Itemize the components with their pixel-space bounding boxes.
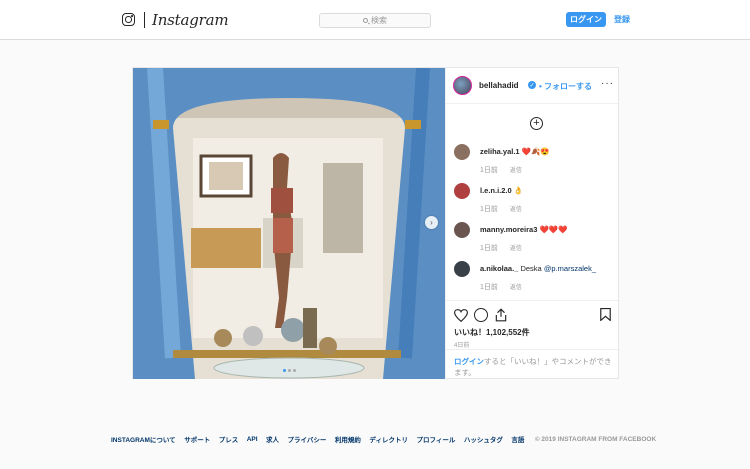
footer-link[interactable]: ハッシュタグ (464, 434, 503, 444)
comment-body: zeliha.yal.1 ❤️🍂😍 (480, 147, 550, 156)
bookmark-icon[interactable] (600, 308, 611, 321)
footer-link[interactable]: 利用規約 (335, 434, 361, 444)
share-icon[interactable] (494, 308, 508, 322)
post-header: bellahadid ✓ • フォローする ··· (446, 68, 620, 104)
comment-item: l.e.n.i.2.0 👌 1日前 返信 (454, 183, 620, 219)
top-navigation: Instagram 検索 ログイン 登録 (0, 0, 750, 40)
comment-avatar[interactable] (454, 222, 470, 238)
load-more-comments-button[interactable]: + (530, 117, 543, 130)
comment-avatar[interactable] (454, 183, 470, 199)
comment-avatar[interactable] (454, 261, 470, 277)
login-button[interactable]: ログイン (566, 12, 606, 27)
comment-text: Deska (520, 264, 542, 273)
comment-icon[interactable] (474, 308, 488, 322)
comment-text: ❤️❤️❤️ (539, 225, 568, 234)
comment-body: l.e.n.i.2.0 👌 (480, 186, 523, 195)
reply-button[interactable]: 返信 (510, 246, 522, 252)
heart-icon[interactable] (454, 309, 468, 322)
comment-text: 👌 (513, 186, 524, 195)
footer-link[interactable]: ディレクトリ (369, 434, 408, 444)
search-placeholder: 検索 (371, 16, 387, 25)
carousel-dot (283, 369, 286, 372)
next-slide-button[interactable]: › (425, 216, 438, 229)
comment-avatar[interactable] (454, 144, 470, 160)
post-username[interactable]: bellahadid (479, 81, 519, 90)
comment-mention-link[interactable]: @p.marszalek_ (544, 264, 596, 273)
reply-button[interactable]: 返信 (510, 285, 522, 291)
search-input[interactable]: 検索 (319, 13, 431, 28)
instagram-wordmark[interactable]: Instagram (152, 11, 229, 29)
comment-username[interactable]: l.e.n.i.2.0 (480, 186, 512, 195)
footer-link[interactable]: 言語 (511, 434, 524, 444)
comment-item: zeliha.yal.1 ❤️🍂😍 1日前 返信 (454, 144, 620, 180)
comment-meta: 1日前 返信 (480, 243, 522, 253)
signup-link[interactable]: 登録 (614, 14, 630, 25)
comment-item: manny.moreira3 ❤️❤️❤️ 1日前 返信 (454, 222, 620, 258)
comment-time[interactable]: 1日前 (480, 245, 498, 252)
comment-meta: 1日前 返信 (480, 282, 522, 292)
post-date[interactable]: 4日前 (454, 340, 469, 349)
carousel-dot (293, 369, 296, 372)
footer-link[interactable]: サポート (184, 434, 210, 444)
post-actions: いいね！1,102,552件 4日前 ログインすると「いいね！」やコメントができ… (446, 300, 620, 379)
carousel-indicator (283, 369, 296, 372)
comment-meta: 1日前 返信 (480, 204, 522, 214)
comment-meta: 1日前 返信 (480, 165, 522, 175)
reply-button[interactable]: 返信 (510, 207, 522, 213)
post-sidebar: bellahadid ✓ • フォローする ··· + zeliha.yal.1… (445, 68, 620, 379)
footer-link[interactable]: プレス (219, 434, 239, 444)
avatar[interactable] (453, 76, 472, 95)
comment-time[interactable]: 1日前 (480, 167, 498, 174)
copyright-text: © 2019 INSTAGRAM FROM FACEBOOK (534, 435, 657, 443)
comment-time[interactable]: 1日前 (480, 206, 498, 213)
footer: INSTAGRAMについて サポート プレス API 求人 プライバシー 利用規約 ディレクト… (111, 434, 656, 445)
comment-body: manny.moreira3 ❤️❤️❤️ (480, 225, 568, 234)
comment-username[interactable]: a.nikolaa._ (480, 264, 518, 273)
footer-link[interactable]: 求人 (266, 434, 279, 444)
comment-username[interactable]: zeliha.yal.1 (480, 147, 520, 156)
footer-link[interactable]: プライバシー (288, 434, 327, 444)
post-photo[interactable] (133, 68, 445, 379)
reply-button[interactable]: 返信 (510, 168, 522, 174)
comment-body: a.nikolaa._ Deska @p.marszalek_ (480, 264, 596, 273)
login-link[interactable]: ログイン (454, 357, 484, 366)
comment-time[interactable]: 1日前 (480, 284, 498, 291)
comment-username[interactable]: manny.moreira3 (480, 225, 537, 234)
footer-link[interactable]: INSTAGRAMについて (111, 434, 176, 444)
follow-button[interactable]: • フォローする (539, 81, 592, 92)
instagram-glyph-icon[interactable] (122, 13, 135, 26)
footer-link[interactable]: API (247, 436, 258, 443)
login-prompt: ログインすると「いいね！」やコメントができます。 (446, 349, 620, 378)
carousel-dot (288, 369, 291, 372)
footer-link[interactable]: プロフィール (416, 434, 455, 444)
comment-text: ❤️🍂😍 (521, 147, 550, 156)
comment-item: a.nikolaa._ Deska @p.marszalek_ 1日前 返信 (454, 261, 620, 297)
like-count[interactable]: いいね！1,102,552件 (454, 327, 530, 338)
mirror-selfie-image (133, 68, 445, 379)
search-icon (363, 18, 368, 23)
logo-divider (144, 12, 145, 28)
post-card: bellahadid ✓ • フォローする ··· + zeliha.yal.1… (132, 67, 620, 379)
verified-badge-icon: ✓ (528, 81, 536, 89)
more-options-icon[interactable]: ··· (601, 78, 614, 89)
